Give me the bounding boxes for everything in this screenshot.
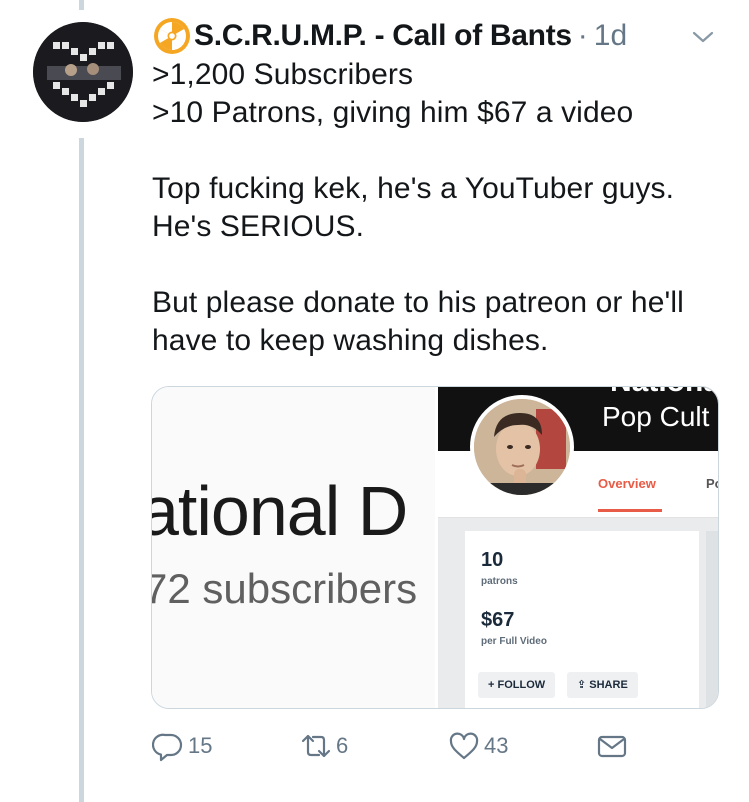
retweet-icon bbox=[301, 734, 331, 758]
tab-underline bbox=[598, 509, 662, 512]
tweet-line: Top fucking kek, he's a YouTuber guys. bbox=[152, 172, 675, 205]
patreon-sidebar-strip bbox=[706, 531, 718, 708]
tweet-line: >1,200 Subscribers bbox=[152, 58, 414, 91]
banner-title: Pop Cult bbox=[602, 401, 710, 432]
radiation-icon bbox=[154, 18, 190, 54]
creator-photo bbox=[470, 395, 574, 499]
like-icon bbox=[449, 732, 479, 760]
tweet-text: >1,200 Subscribers >10 Patrons, giving h… bbox=[152, 56, 732, 360]
tweet-header: S.C.R.U.M.P. - Call of Bants · 1d bbox=[152, 16, 627, 56]
retweet-button[interactable]: 6 bbox=[300, 730, 348, 762]
banner-cut-text: Nationa bbox=[610, 387, 718, 399]
avatar-image bbox=[33, 22, 133, 122]
direct-message-button[interactable] bbox=[596, 730, 628, 762]
separator-dot: · bbox=[577, 19, 588, 52]
share-label: SHARE bbox=[589, 679, 628, 691]
reply-icon bbox=[152, 733, 183, 762]
like-button[interactable]: 43 bbox=[448, 730, 508, 762]
patreon-follow-button: + FOLLOW bbox=[478, 672, 556, 698]
youtube-screenshot: ational D 72 subscribers bbox=[152, 387, 435, 708]
amount-label: per Full Video bbox=[481, 636, 547, 647]
patrons-count: 10 bbox=[481, 549, 504, 571]
tweet-line: have to keep washing dishes. bbox=[152, 324, 549, 357]
youtube-subscriber-count: 72 subscribers bbox=[151, 565, 418, 612]
retweet-count: 6 bbox=[336, 733, 349, 758]
tab-overview: Overview bbox=[598, 476, 656, 491]
tweet-line: >10 Patrons, giving him $67 a video bbox=[152, 96, 634, 129]
timestamp[interactable]: 1d bbox=[594, 19, 627, 53]
tweet-line: He's SERIOUS. bbox=[152, 210, 365, 243]
thread-line bbox=[79, 138, 84, 802]
chevron-down-icon[interactable] bbox=[688, 22, 718, 52]
tab-next: Po bbox=[706, 476, 718, 491]
share-icon: ⇪ bbox=[577, 679, 590, 691]
thread-line-top bbox=[79, 0, 84, 10]
avatar[interactable] bbox=[33, 22, 133, 122]
direct-message-icon bbox=[597, 735, 627, 758]
reply-button[interactable]: 15 bbox=[152, 730, 212, 762]
patreon-share-button: ⇪ SHARE bbox=[567, 672, 638, 698]
like-count: 43 bbox=[484, 733, 509, 758]
patrons-label: patrons bbox=[481, 576, 518, 587]
media-attachment[interactable]: ational D 72 subscribers Nationa Pop Cul… bbox=[151, 386, 719, 709]
youtube-channel-name: ational D bbox=[151, 472, 408, 550]
tweet-line: But please donate to his patreon or he'l… bbox=[152, 286, 684, 319]
amount-per-video: $67 bbox=[481, 609, 515, 631]
patreon-screenshot: Nationa Pop Cult Overview Po 10 patron bbox=[438, 387, 718, 708]
display-name[interactable]: S.C.R.U.M.P. - Call of Bants bbox=[194, 19, 572, 53]
tweet-actions: 15 6 43 bbox=[152, 730, 652, 766]
reply-count: 15 bbox=[188, 733, 213, 758]
